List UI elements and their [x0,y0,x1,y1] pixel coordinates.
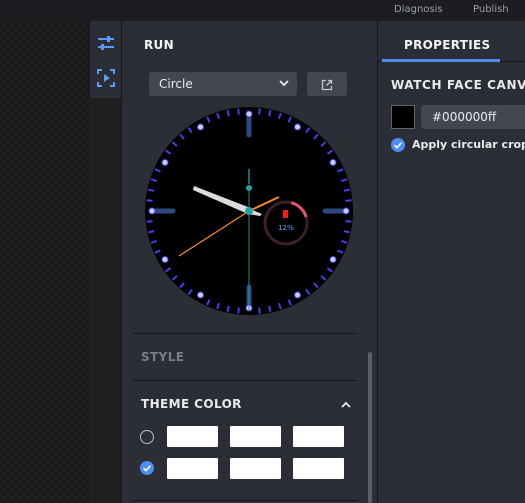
side-toolbar [89,21,121,98]
minute-tick [237,307,240,314]
style-section-title[interactable]: STYLE [141,350,184,364]
chevron-down-icon [278,77,290,92]
apply-circular-crop-checkbox[interactable] [391,138,405,152]
minute-tick [146,220,153,223]
open-external-icon [321,78,333,96]
hour-dot [148,207,156,215]
scrollbar[interactable] [368,352,372,503]
check-icon [142,465,152,472]
minute-tick [343,230,350,234]
hand-pivot [245,207,253,215]
theme-swatch[interactable] [167,458,218,479]
hour-dot [342,207,350,215]
theme-swatch[interactable] [230,458,281,479]
minute-tick [237,108,240,115]
menu-publish[interactable]: Publish [473,4,509,15]
watch-face-preview: 12% [145,107,353,315]
hour-dot [197,123,204,131]
hour-dot [329,256,337,263]
theme-option-radio[interactable] [140,430,154,444]
sliders-icon[interactable] [96,33,116,53]
hour-dot [294,123,301,131]
chevron-up-icon[interactable] [340,398,352,416]
theme-swatch[interactable] [167,426,218,447]
minute-tick [226,110,230,117]
editor-canvas[interactable] [0,21,89,503]
hour-dot [161,256,169,263]
background-color-well[interactable] [391,105,415,129]
run-preview-icon[interactable] [96,68,116,88]
divider [133,380,358,381]
properties-tabbar: PROPERTIES [378,21,525,62]
minute-tick [148,188,155,192]
shape-select[interactable]: Circle [149,72,297,96]
minute-tick [345,220,352,223]
theme-color-section-title[interactable]: THEME COLOR [141,397,242,411]
menu-diagnosis[interactable]: Diagnosis [394,4,443,15]
minute-tick [258,307,261,314]
minute-tick [268,110,272,117]
hour-dot [245,110,253,118]
minute-tick [345,199,352,202]
run-panel: RUN Circle 12% STYLE THEME COLOR [121,21,377,503]
background-color-hex-input[interactable]: #000000ff [421,105,525,129]
hour-dot [294,291,301,299]
hour-dot [161,159,169,166]
open-external-button[interactable] [307,72,347,96]
battery-icon [283,210,288,218]
divider [133,333,358,334]
minute-tick [343,188,350,192]
tab-active-indicator [382,59,500,62]
minute-tick [148,230,155,234]
theme-option-radio-selected[interactable] [140,461,154,475]
check-icon [393,142,403,149]
run-panel-title: RUN [144,38,174,52]
minute-tick [268,305,272,312]
theme-swatch[interactable] [230,426,281,447]
theme-swatch[interactable] [293,426,344,447]
apply-circular-crop-label: Apply circular crop [412,138,525,151]
shape-select-value: Circle [159,77,193,91]
watch-face-canvas-title: WATCH FACE CANVAS [391,78,525,92]
properties-panel: PROPERTIES WATCH FACE CANVAS #000000ff A… [377,21,525,503]
divider [133,500,358,501]
hour-dot [197,291,204,299]
hour-dot [329,159,337,166]
theme-swatch[interactable] [293,458,344,479]
top-bar: Diagnosis Publish [0,0,525,21]
minute-tick [258,108,261,115]
tab-properties[interactable]: PROPERTIES [404,38,490,52]
minute-tick [226,305,230,312]
battery-text: 12% [278,224,294,232]
minute-tick [146,199,153,202]
